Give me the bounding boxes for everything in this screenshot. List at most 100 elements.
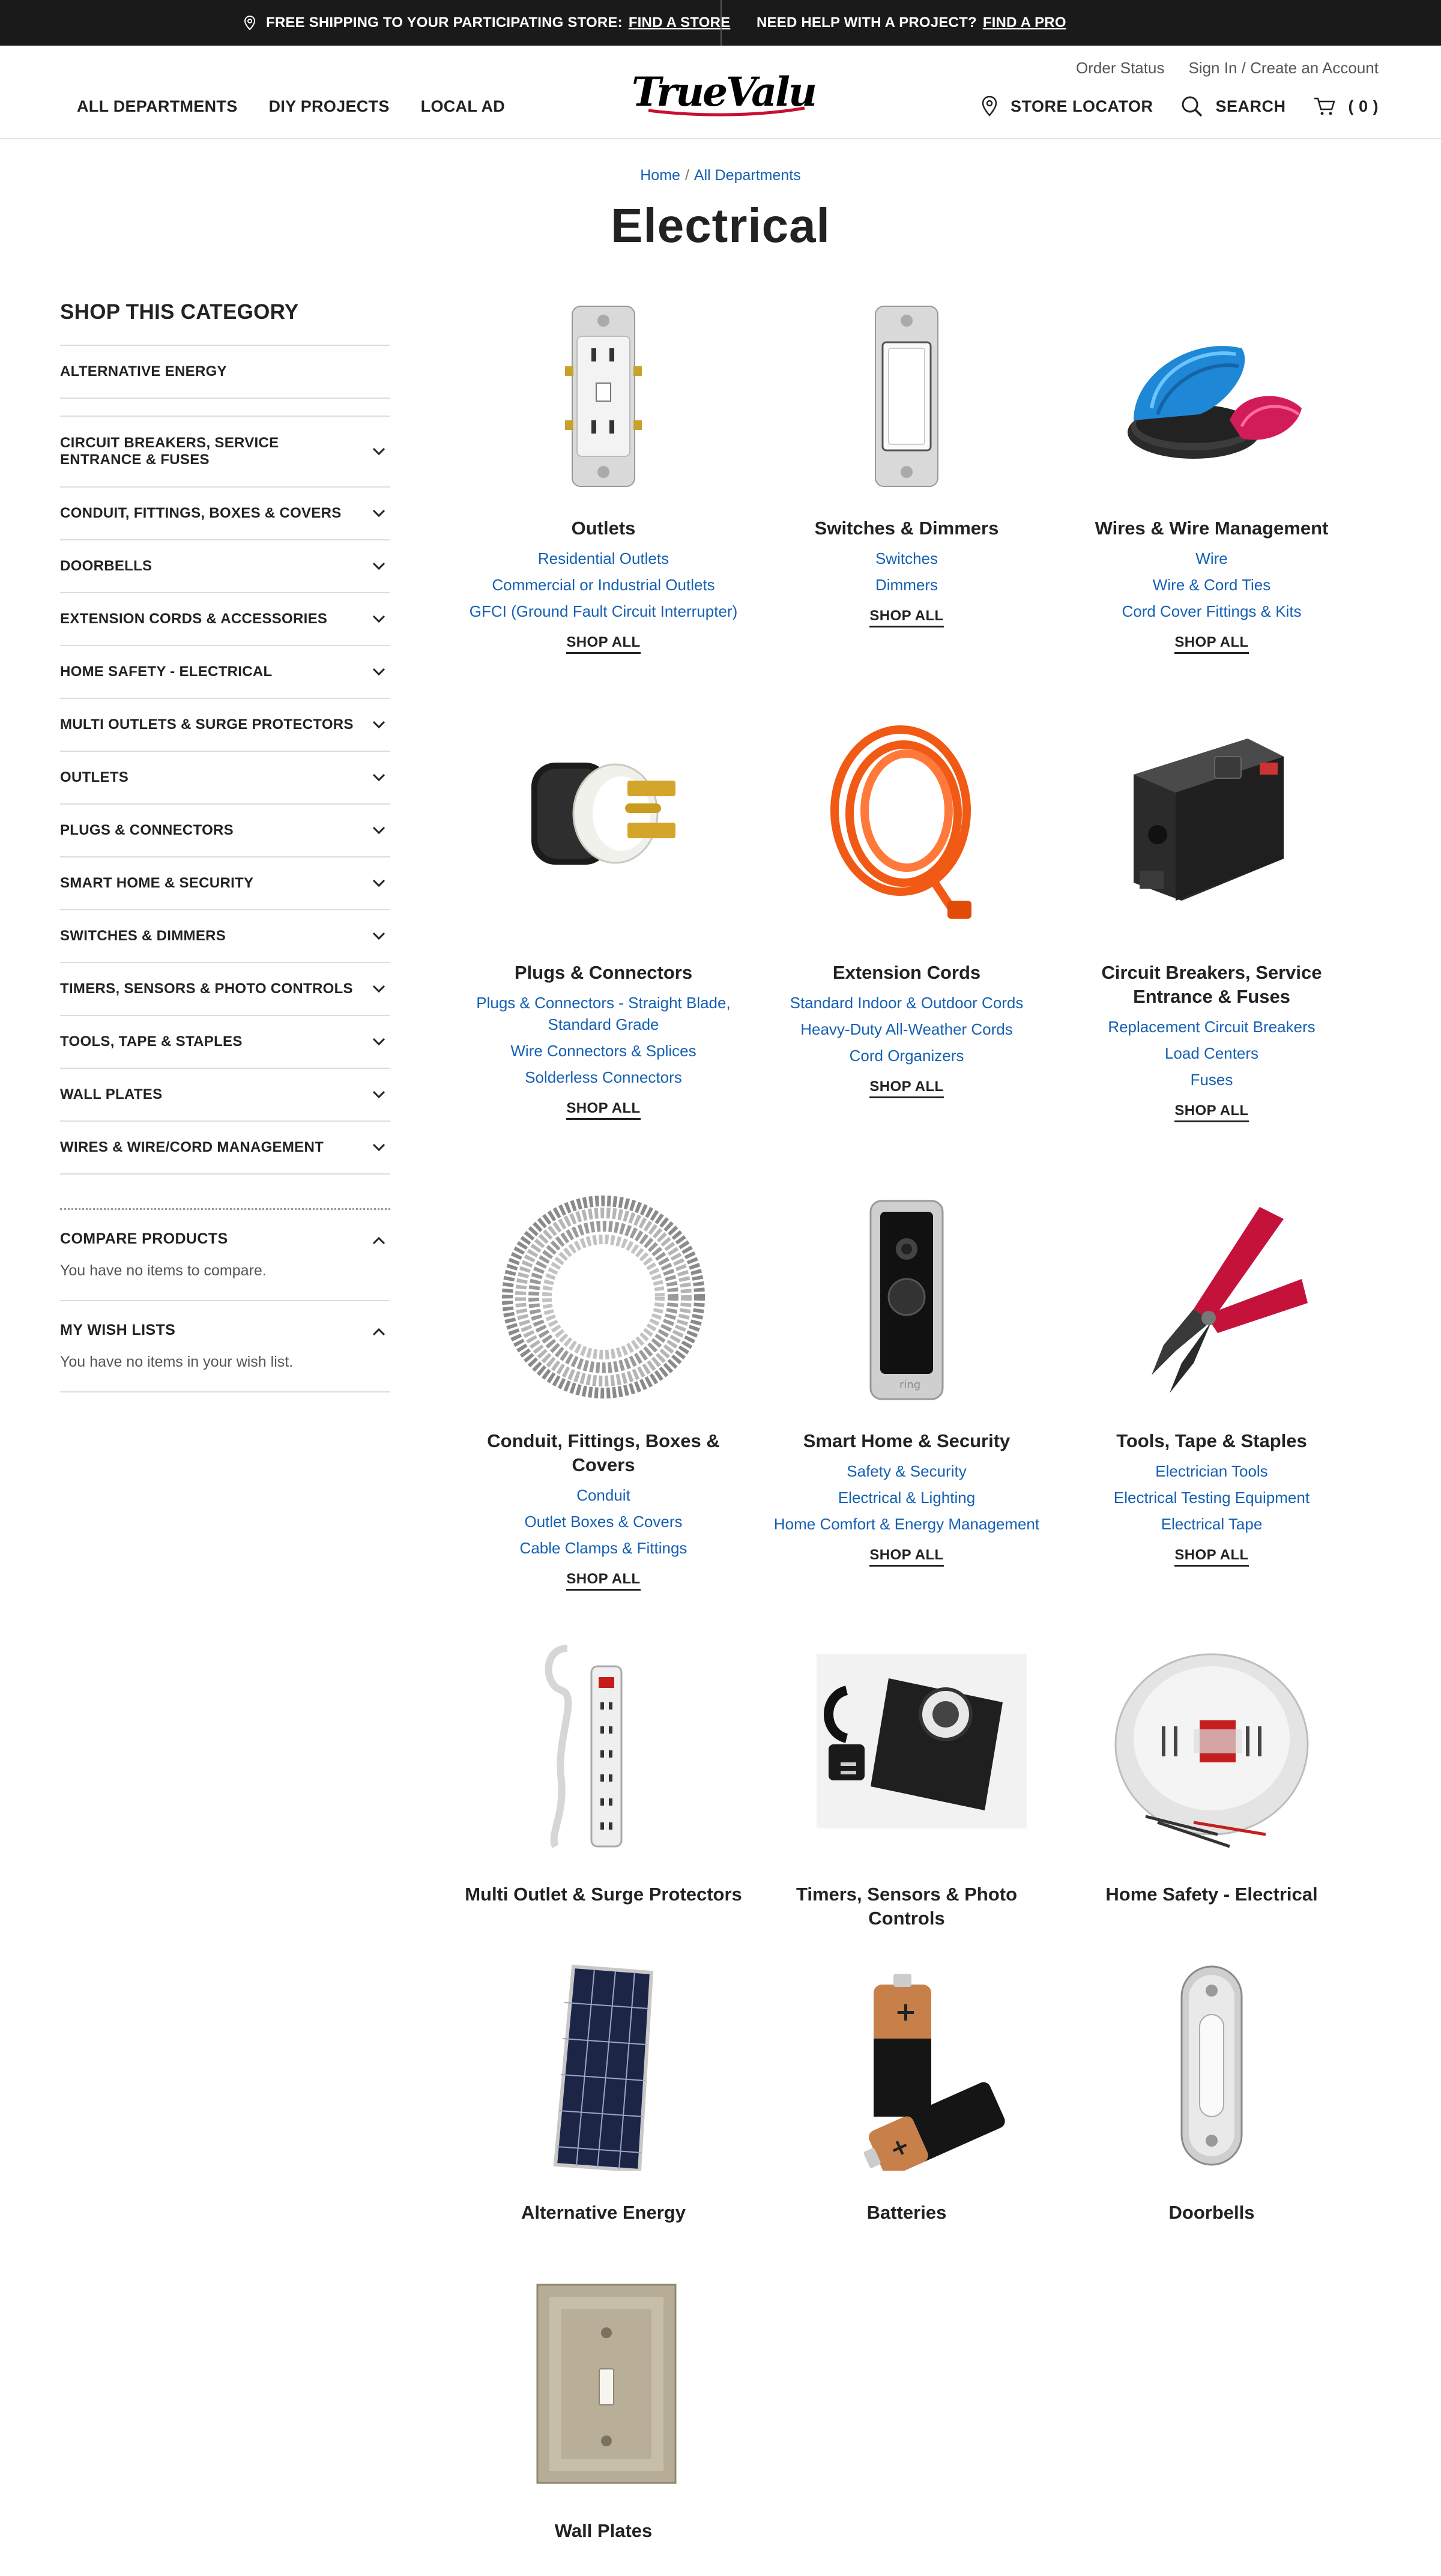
subcategory-link[interactable]: Wire & Cord Ties <box>1062 574 1362 596</box>
chevron-down-icon[interactable] <box>372 985 385 993</box>
chevron-down-icon[interactable] <box>372 615 385 623</box>
subcategory-link[interactable]: Cable Clamps & Fittings <box>453 1537 754 1559</box>
find-a-store-link[interactable]: FIND A STORE <box>629 14 731 31</box>
category-tile-title[interactable]: Outlets <box>453 516 754 540</box>
switch-image[interactable] <box>757 300 1057 516</box>
subcategory-link[interactable]: Solderless Connectors <box>453 1066 754 1088</box>
sidebar-category-item[interactable]: OUTLETS <box>60 752 390 805</box>
category-tile-title[interactable]: Switches & Dimmers <box>757 516 1057 540</box>
plug-image[interactable] <box>453 721 754 961</box>
category-tile[interactable]: Multi Outlet & Surge Protectors <box>453 1642 754 1906</box>
store-locator-button[interactable]: STORE LOCATOR <box>980 95 1153 118</box>
category-tile[interactable]: ring Smart Home & Security Safety & Securi… <box>757 1195 1057 1567</box>
shop-all-link[interactable]: SHOP ALL <box>869 608 944 627</box>
wall-plate-image[interactable] <box>453 2279 754 2519</box>
subcategory-link[interactable]: Cord Organizers <box>757 1045 1057 1066</box>
sidebar-category-item[interactable]: CIRCUIT BREAKERS, SERVICE ENTRANCE & FUS… <box>60 417 390 488</box>
chevron-down-icon[interactable] <box>372 1038 385 1046</box>
chevron-down-icon[interactable] <box>372 879 385 887</box>
sign-in-link[interactable]: Sign In / Create an Account <box>1188 59 1379 77</box>
category-tile-title[interactable]: Plugs & Connectors <box>453 961 754 985</box>
category-tile-title[interactable]: Extension Cords <box>757 961 1057 985</box>
breadcrumb-all-departments[interactable]: All Departments <box>694 167 801 184</box>
shop-all-link[interactable]: SHOP ALL <box>1174 1102 1249 1122</box>
category-tile[interactable]: Wires & Wire Management Wire Wire & Cord T… <box>1062 300 1362 654</box>
sidebar-category-item[interactable]: HOME SAFETY - ELECTRICAL <box>60 646 390 699</box>
category-tile-title[interactable]: Batteries <box>757 2201 1057 2225</box>
category-tile-title[interactable]: Home Safety - Electrical <box>1062 1882 1362 1906</box>
category-tile[interactable]: Circuit Breakers, Service Entrance & Fus… <box>1062 721 1362 1122</box>
shop-all-link[interactable]: SHOP ALL <box>1174 634 1249 654</box>
category-tile[interactable]: + + Batteries <box>757 1961 1057 2225</box>
category-tile-title[interactable]: Circuit Breakers, Service Entrance & Fus… <box>1062 961 1362 1009</box>
find-a-pro-link[interactable]: FIND A PRO <box>983 14 1066 31</box>
subcategory-link[interactable]: Commercial or Industrial Outlets <box>453 574 754 596</box>
subcategory-link[interactable]: Standard Indoor & Outdoor Cords <box>757 992 1057 1014</box>
doorbell-camera-image[interactable]: ring <box>757 1195 1057 1429</box>
sidebar-category-item[interactable]: SWITCHES & DIMMERS <box>60 910 390 963</box>
outlet-image[interactable] <box>453 300 754 516</box>
shop-all-link[interactable]: SHOP ALL <box>1174 1547 1249 1567</box>
subcategory-link[interactable]: Replacement Circuit Breakers <box>1062 1016 1362 1038</box>
category-tile[interactable]: Doorbells <box>1062 1961 1362 2225</box>
timer-image[interactable] <box>757 1642 1057 1882</box>
shop-all-link[interactable]: SHOP ALL <box>869 1078 944 1098</box>
category-tile[interactable]: Switches & Dimmers Switches Dimmers SHOP AL… <box>757 300 1057 627</box>
subcategory-link[interactable]: Safety & Security <box>757 1460 1057 1482</box>
category-tile[interactable]: Timers, Sensors & Photo Controls <box>757 1642 1057 1930</box>
category-tile-title[interactable]: Timers, Sensors & Photo Controls <box>757 1882 1057 1930</box>
sidebar-category-item[interactable]: TOOLS, TAPE & STAPLES <box>60 1016 390 1069</box>
category-tile[interactable]: Conduit, Fittings, Boxes & Covers Conduit… <box>453 1195 754 1591</box>
category-tile-title[interactable]: Smart Home & Security <box>757 1429 1057 1453</box>
chevron-down-icon[interactable] <box>372 932 385 940</box>
subcategory-link[interactable]: Cord Cover Fittings & Kits <box>1062 600 1362 622</box>
breadcrumb-home[interactable]: Home <box>640 167 680 184</box>
sidebar-category-item[interactable]: CONDUIT, FITTINGS, BOXES & COVERS <box>60 488 390 540</box>
breaker-image[interactable] <box>1062 721 1362 961</box>
category-tile-title[interactable]: Alternative Energy <box>453 2201 754 2225</box>
search-button[interactable]: SEARCH <box>1180 95 1285 118</box>
nav-local-ad[interactable]: LOCAL AD <box>421 97 505 116</box>
chevron-down-icon[interactable] <box>372 826 385 835</box>
sidebar-category-item[interactable]: ALTERNATIVE ENERGY <box>60 346 390 399</box>
power-strip-image[interactable] <box>453 1642 754 1882</box>
sidebar-category-item[interactable]: PLUGS & CONNECTORS <box>60 805 390 857</box>
chevron-down-icon[interactable] <box>372 562 385 570</box>
category-tile-title[interactable]: Multi Outlet & Surge Protectors <box>453 1882 754 1906</box>
category-tile[interactable]: Alternative Energy <box>453 1961 754 2225</box>
sidebar-category-item[interactable]: SMART HOME & SECURITY <box>60 857 390 910</box>
doorbell-image[interactable] <box>1062 1961 1362 2201</box>
category-tile[interactable]: Tools, Tape & Staples Electrician Tools El… <box>1062 1195 1362 1567</box>
category-tile[interactable]: Home Safety - Electrical <box>1062 1642 1362 1906</box>
shop-all-link[interactable]: SHOP ALL <box>566 634 641 654</box>
chevron-up-icon[interactable] <box>372 1328 385 1336</box>
wire-stripper-image[interactable] <box>1062 1195 1362 1429</box>
category-tile-title[interactable]: Wires & Wire Management <box>1062 516 1362 540</box>
subcategory-link[interactable]: Heavy-Duty All-Weather Cords <box>757 1018 1057 1040</box>
subcategory-link[interactable]: GFCI (Ground Fault Circuit Interrupter) <box>453 600 754 622</box>
true-value-logo[interactable]: TrueValue <box>624 68 841 122</box>
cart-button[interactable]: ( 0 ) <box>1313 96 1379 116</box>
category-tile[interactable]: Plugs & Connectors Plugs & Connectors - S… <box>453 721 754 1120</box>
conduit-image[interactable] <box>453 1195 754 1429</box>
sidebar-category-item[interactable]: WALL PLATES <box>60 1069 390 1122</box>
sidebar-category-item[interactable]: EXTENSION CORDS & ACCESSORIES <box>60 593 390 646</box>
chevron-down-icon[interactable] <box>372 447 385 456</box>
subcategory-link[interactable]: Outlet Boxes & Covers <box>453 1511 754 1532</box>
category-tile[interactable]: Outlets Residential Outlets Commercial or … <box>453 300 754 654</box>
smoke-detector-image[interactable] <box>1062 1642 1362 1882</box>
subcategory-link[interactable]: Home Comfort & Energy Management <box>757 1513 1057 1535</box>
chevron-up-icon[interactable] <box>372 1236 385 1245</box>
subcategory-link[interactable]: Electrician Tools <box>1062 1460 1362 1482</box>
solar-panel-image[interactable] <box>453 1961 754 2201</box>
subcategory-link[interactable]: Load Centers <box>1062 1042 1362 1064</box>
subcategory-link[interactable]: Residential Outlets <box>453 548 754 569</box>
chevron-down-icon[interactable] <box>372 1143 385 1152</box>
nav-all-departments[interactable]: ALL DEPARTMENTS <box>77 97 238 116</box>
subcategory-link[interactable]: Conduit <box>453 1484 754 1506</box>
category-tile-title[interactable]: Conduit, Fittings, Boxes & Covers <box>453 1429 754 1477</box>
shop-all-link[interactable]: SHOP ALL <box>566 1100 641 1120</box>
subcategory-link[interactable]: Wire <box>1062 548 1362 569</box>
subcategory-link[interactable]: Electrical Tape <box>1062 1513 1362 1535</box>
subcategory-link[interactable]: Electrical Testing Equipment <box>1062 1487 1362 1508</box>
